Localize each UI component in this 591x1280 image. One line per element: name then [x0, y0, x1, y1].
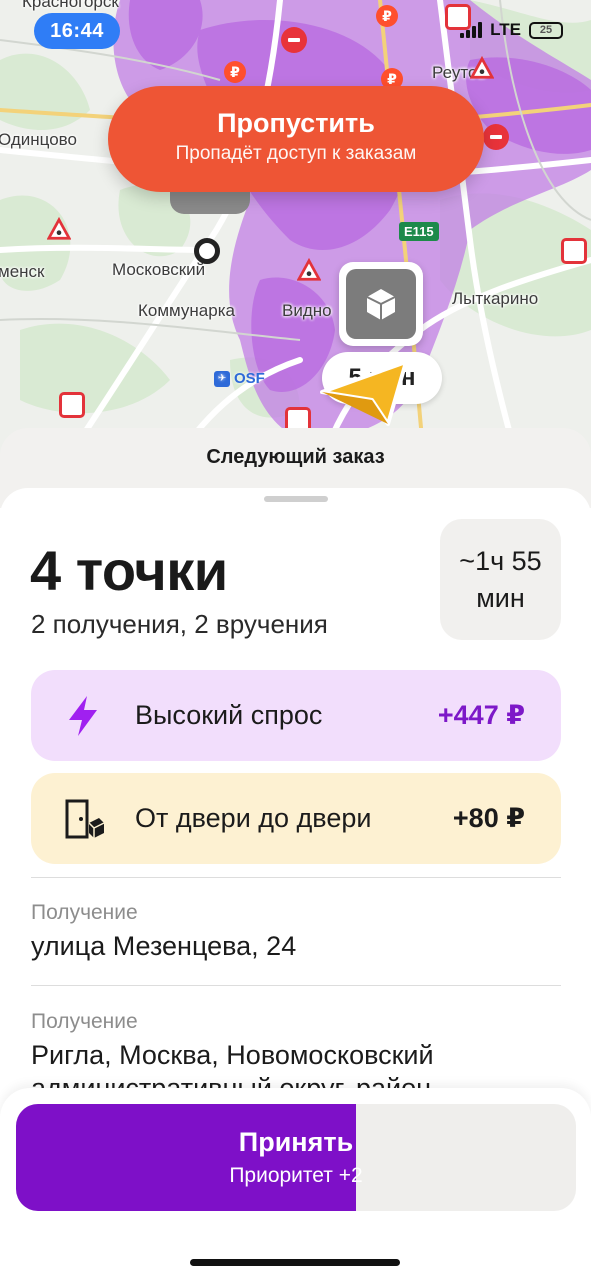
- accident-icon[interactable]: [561, 238, 587, 264]
- points-count-title: 4 точки: [30, 539, 228, 602]
- duration-value: ~1ч 55: [459, 546, 542, 577]
- package-marker[interactable]: [339, 262, 423, 346]
- ruble-poi-icon[interactable]: ₽: [376, 5, 398, 27]
- status-time: 16:44: [34, 13, 120, 49]
- accept-button-title: Принять: [238, 1127, 354, 1157]
- divider: [31, 877, 561, 878]
- skip-button-title: Пропустить: [217, 108, 375, 138]
- airport-code: OSF: [234, 370, 265, 387]
- door-box-icon: [31, 797, 135, 841]
- package-icon: [346, 269, 416, 339]
- roadwork-icon[interactable]: [470, 56, 494, 80]
- roadwork-icon[interactable]: [297, 258, 321, 282]
- route-point-marker[interactable]: [194, 238, 220, 264]
- signal-icon: [460, 22, 483, 38]
- stop-type: Получение: [31, 901, 138, 924]
- battery-icon: 25: [529, 21, 563, 39]
- duration-box: ~1ч 55 мин: [440, 519, 561, 640]
- bonus-label: Высокий спрос: [135, 700, 323, 730]
- no-entry-icon: [281, 27, 307, 53]
- accept-button[interactable]: Принять Приоритет +2: [16, 1104, 576, 1211]
- road-number-badge: E115: [399, 222, 439, 241]
- skip-button-subtitle: Пропадёт доступ к заказам: [175, 143, 417, 164]
- map-label-lytkarino: Лыткарино: [452, 289, 539, 308]
- duration-unit: мин: [476, 582, 525, 613]
- stop-type: Получение: [31, 1010, 138, 1033]
- navigation-arrow-icon: [320, 360, 408, 426]
- bonus-amount: +80 ₽: [452, 803, 525, 833]
- points-breakdown: 2 получения, 2 вручения: [31, 609, 328, 639]
- lightning-icon: [31, 694, 135, 738]
- skip-button[interactable]: Пропустить Пропадёт доступ к заказам: [108, 86, 484, 192]
- bonus-high-demand: Высокий спрос +447 ₽: [31, 670, 561, 761]
- map-label-kommunarka: Коммунарка: [138, 301, 235, 320]
- divider: [31, 985, 561, 986]
- airport-label: ✈ OSF: [214, 370, 265, 387]
- accident-icon[interactable]: [59, 392, 85, 418]
- map-base: [0, 0, 591, 470]
- status-indicators: LTE 25: [460, 20, 563, 40]
- map-label-menskaya: менск: [0, 262, 45, 281]
- map-label-odintsovo: Одинцово: [0, 130, 77, 149]
- accept-button-subtitle: Приоритет +2: [229, 1164, 363, 1187]
- bonus-amount: +447 ₽: [437, 700, 525, 730]
- accept-button-text: Принять Приоритет +2: [16, 1104, 576, 1211]
- home-indicator[interactable]: [190, 1259, 400, 1266]
- sheet-grabber[interactable]: [264, 496, 328, 502]
- battery-level: 25: [539, 24, 553, 36]
- bonus-label: От двери до двери: [135, 803, 372, 833]
- map-label-vidnoe: Видно: [282, 301, 332, 320]
- airplane-icon: ✈: [214, 370, 230, 387]
- map-label-krasnogorsk: Красногорск: [22, 0, 119, 11]
- roadwork-icon[interactable]: [47, 217, 71, 241]
- network-type: LTE: [490, 20, 521, 39]
- ruble-poi-icon[interactable]: ₽: [224, 61, 246, 83]
- no-entry-icon: [483, 124, 509, 150]
- map-view[interactable]: Красногорск Одинцово Реутов Московский К…: [0, 0, 591, 470]
- stop-address[interactable]: улица Мезенцева, 24: [31, 930, 561, 963]
- bonus-door-to-door: От двери до двери +80 ₽: [31, 773, 561, 864]
- map-label-moskovsky: Московский: [112, 260, 206, 279]
- next-order-title: Следующий заказ: [206, 446, 385, 468]
